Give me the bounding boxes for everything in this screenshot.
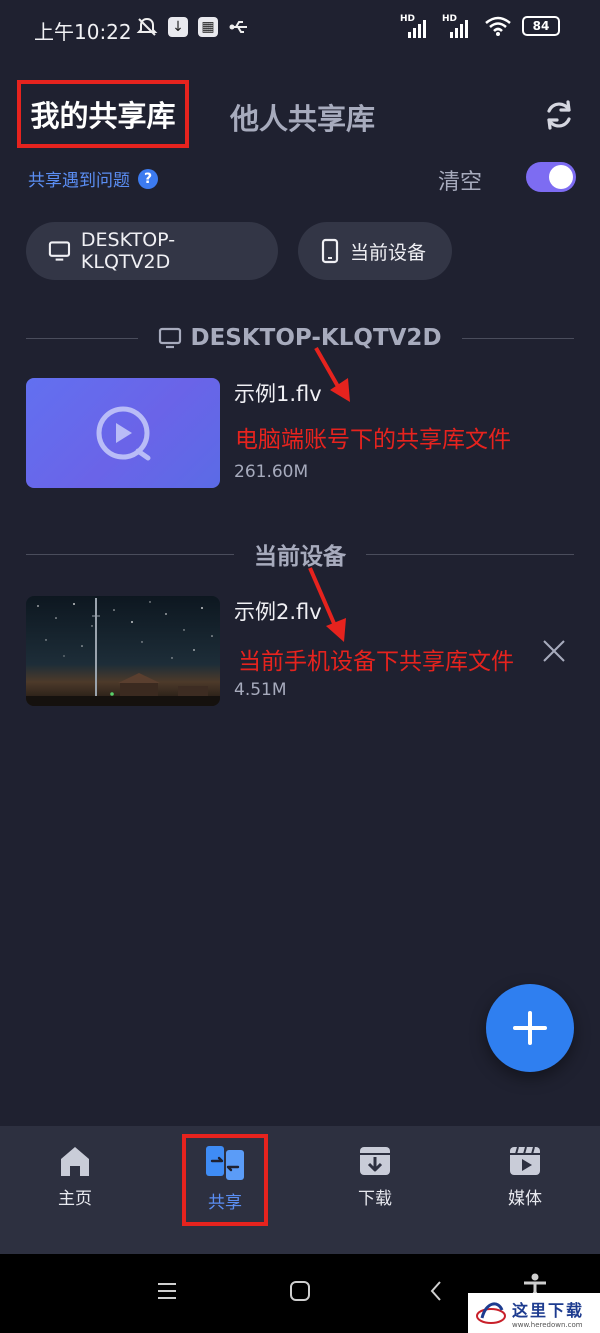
tab-others-library[interactable]: 他人共享库 (230, 96, 375, 138)
download-notify-icon: ↓ (168, 17, 188, 37)
close-icon[interactable] (541, 638, 567, 664)
nav-media[interactable]: 媒体 (485, 1144, 565, 1209)
annotation-text: 当前手机设备下共享库文件 (238, 649, 514, 675)
watermark: 这里下载 www.heredown.com (468, 1293, 600, 1333)
help-icon: ? (138, 168, 158, 189)
divider (366, 553, 574, 555)
divider (26, 337, 139, 339)
home-square-icon[interactable] (289, 1280, 311, 1302)
file-name: 示例1.flv (234, 382, 322, 406)
download-icon (360, 1147, 390, 1175)
nav-label: 媒体 (508, 1189, 542, 1209)
plus-icon (513, 1011, 547, 1045)
monitor-icon (159, 327, 182, 349)
annotation-highlight-box (182, 1134, 268, 1226)
annotation-text: 电脑端账号下的共享库文件 (235, 427, 511, 453)
monitor-icon (48, 241, 71, 261)
divider (461, 337, 575, 339)
mute-bell-icon (136, 17, 158, 36)
divider (26, 553, 234, 555)
app-notify-icon: ▦ (198, 17, 218, 37)
wifi-icon (485, 16, 511, 36)
signal-icon: HD (442, 14, 474, 38)
site-logo-icon (476, 1302, 506, 1324)
nav-label: 下载 (358, 1189, 392, 1209)
add-button[interactable] (486, 984, 574, 1072)
file-item[interactable]: 示例2.flv 当前手机设备下共享库文件 4.51M (26, 596, 574, 708)
section-title: DESKTOP-KLQTV2D (190, 325, 442, 351)
bottom-navigation: 主页 共享 下载 媒体 (0, 1126, 600, 1254)
home-icon (61, 1147, 89, 1176)
phone-icon (321, 238, 339, 264)
signal-icon: HD (400, 14, 432, 38)
media-icon (510, 1146, 540, 1175)
video-thumbnail (26, 378, 220, 488)
status-system-icons: HD HD 84 (400, 14, 560, 38)
nav-home[interactable]: 主页 (35, 1144, 115, 1209)
night-scene-image (26, 598, 220, 706)
watermark-url: www.heredown.com (512, 1321, 583, 1329)
back-icon[interactable] (428, 1280, 444, 1302)
night-sky-thumbnail (26, 596, 220, 706)
device-chip-current[interactable]: 当前设备 (298, 222, 452, 280)
clear-label: 清空 (438, 170, 483, 195)
tab-my-library[interactable]: 我的共享库 (17, 80, 189, 148)
play-logo-icon (96, 406, 151, 461)
section-header-current-device: 当前设备 (26, 537, 574, 571)
menu-icon[interactable] (156, 1280, 178, 1302)
nav-download[interactable]: 下载 (335, 1144, 415, 1209)
share-problem-label: 共享遇到问题 (28, 171, 130, 191)
section-header-desktop: DESKTOP-KLQTV2D (26, 321, 575, 355)
device-chip-label: DESKTOP-KLQTV2D (80, 229, 176, 273)
watermark-text: 这里下载 (512, 1301, 585, 1320)
file-size: 4.51M (234, 680, 287, 700)
section-title: 当前设备 (254, 544, 346, 570)
share-problem-link[interactable]: 共享遇到问题 ? (28, 166, 158, 191)
library-tabs: 我的共享库 他人共享库 (0, 78, 600, 148)
usb-icon (229, 21, 247, 33)
battery-indicator: 84 (522, 16, 560, 36)
nav-label: 主页 (58, 1189, 92, 1209)
status-time: 上午10:22 (34, 20, 132, 44)
file-item[interactable]: 示例1.flv 电脑端账号下的共享库文件 261.60M (26, 378, 574, 490)
clear-toggle[interactable] (526, 162, 576, 192)
device-chip-label: 当前设备 (350, 241, 427, 264)
toggle-knob (549, 165, 573, 189)
status-notification-icons: ↓ ▦ (136, 16, 250, 38)
file-name: 示例2.flv (234, 600, 322, 624)
refresh-icon[interactable] (542, 98, 576, 132)
file-size: 261.60M (234, 462, 309, 482)
status-bar: 上午10:22 ↓ ▦ HD HD 84 (0, 0, 600, 60)
device-chip-desktop[interactable]: DESKTOP-KLQTV2D (26, 222, 278, 280)
